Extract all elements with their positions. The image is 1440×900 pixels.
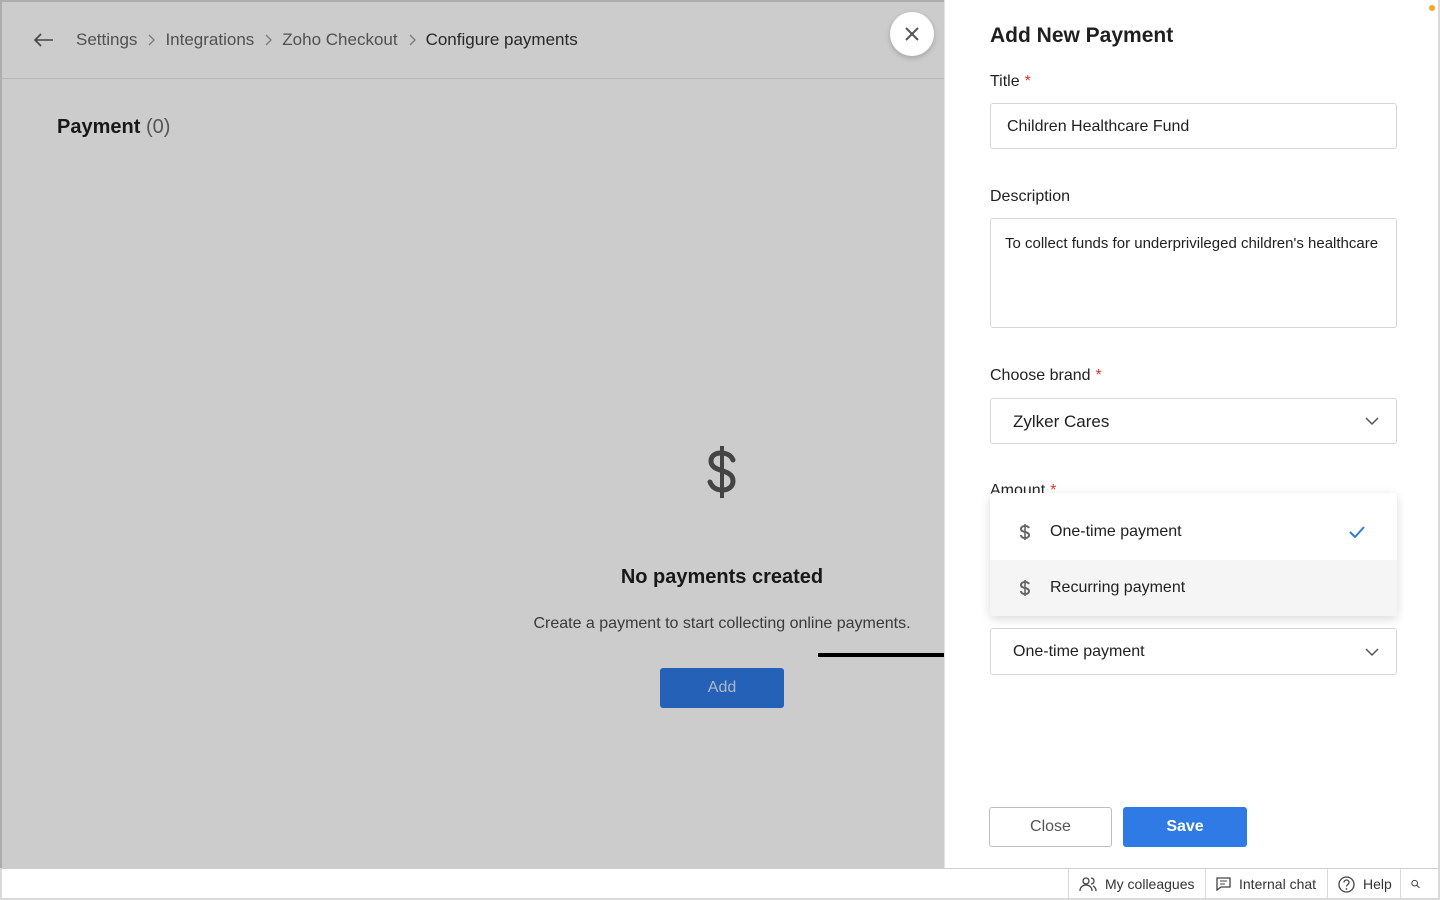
my-colleagues-button[interactable]: My colleagues: [1068, 869, 1205, 899]
dropdown-option-one-time[interactable]: One-time payment: [990, 504, 1397, 560]
payment-type-dropdown: One-time payment Recurring payment: [990, 493, 1397, 616]
search-icon: [1411, 879, 1420, 889]
internal-chat-label: Internal chat: [1239, 876, 1317, 892]
dollar-icon: [1018, 523, 1032, 541]
title-label-text: Title: [990, 73, 1020, 90]
dollar-icon: [1018, 579, 1032, 597]
option-label: Recurring payment: [1050, 579, 1186, 596]
checkmark-icon: [1349, 526, 1365, 538]
add-payment-panel: Add New Payment Title * Children Healthca…: [944, 0, 1438, 868]
payment-type-value: One-time payment: [1013, 643, 1145, 660]
required-marker: *: [1095, 367, 1102, 384]
description-label: Description: [990, 188, 1071, 205]
payment-type-select[interactable]: One-time payment: [990, 628, 1397, 675]
panel-title: Add New Payment: [990, 24, 1174, 47]
required-marker: *: [1024, 73, 1031, 90]
help-icon: [1338, 875, 1355, 893]
people-icon: [1079, 877, 1097, 892]
my-colleagues-label: My colleagues: [1105, 876, 1195, 892]
option-label: One-time payment: [1050, 523, 1182, 540]
close-icon: [905, 27, 919, 41]
help-label: Help: [1363, 876, 1392, 892]
close-panel-button[interactable]: [890, 12, 934, 56]
bottom-bar: My colleagues Internal chat Help: [0, 868, 1440, 900]
chat-icon: [1216, 877, 1231, 891]
notification-dot: [1429, 5, 1435, 11]
dropdown-option-recurring[interactable]: Recurring payment: [990, 560, 1397, 616]
title-field[interactable]: Children Healthcare Fund: [990, 103, 1397, 149]
brand-select[interactable]: Zylker Cares: [990, 398, 1397, 444]
modal-overlay[interactable]: [0, 0, 944, 868]
help-button[interactable]: Help: [1327, 869, 1402, 899]
close-button[interactable]: Close: [989, 807, 1112, 847]
brand-label: Choose brand *: [990, 367, 1102, 385]
internal-chat-button[interactable]: Internal chat: [1205, 869, 1326, 899]
chevron-down-icon: [1365, 647, 1379, 656]
chevron-down-icon: [1365, 417, 1379, 426]
search-button[interactable]: [1400, 869, 1438, 899]
brand-label-text: Choose brand: [990, 367, 1091, 384]
title-label: Title *: [990, 73, 1031, 91]
brand-select-value: Zylker Cares: [1013, 412, 1110, 431]
save-button[interactable]: Save: [1123, 807, 1247, 847]
description-field[interactable]: To collect funds for underprivileged chi…: [990, 218, 1397, 328]
